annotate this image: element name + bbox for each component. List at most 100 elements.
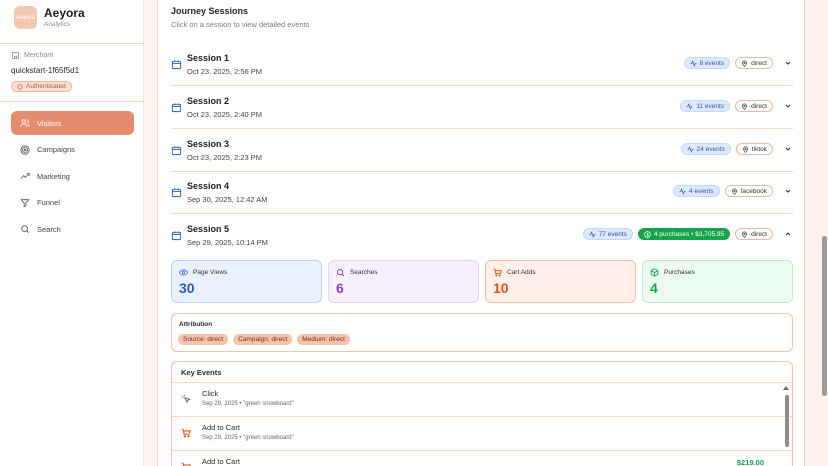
attribution-panel: Attribution Source: direct Campaign: dir… [171, 313, 793, 352]
attribution-chip-medium: Medium: direct [297, 334, 350, 345]
stat-purchases: Purchases 4 [642, 260, 793, 303]
activity-icon [679, 187, 686, 195]
sidebar-item-search[interactable]: Search [11, 217, 134, 241]
sidebar-item-label: Marketing [37, 171, 70, 181]
key-event-row[interactable]: Add to Cart Sep 29, 2025 • "green snowbo… [172, 417, 784, 450]
section-subtitle: Click on a session to view detailed even… [171, 20, 310, 29]
main-area: Journey Sessions Click on a session to v… [144, 0, 828, 466]
brand-subtitle: Analytics [44, 21, 71, 28]
session-row-expanded[interactable]: Session 5 Sep 29, 2025, 10:14 PM 77 even… [171, 214, 793, 257]
calendar-icon [171, 188, 182, 198]
sidebar-item-funnel[interactable]: Funnel [11, 191, 134, 215]
events-count-badge: 24 events [680, 143, 731, 155]
section-title: Journey Sessions [171, 6, 249, 16]
activity-icon [589, 230, 596, 238]
purchases-badge: 4 purchases • $3,705.95 [637, 228, 731, 240]
stat-cart-adds: Cart Adds 10 [485, 260, 636, 303]
sidebar-item-label: Funnel [37, 198, 60, 208]
events-count-text: 77 events [598, 230, 627, 238]
session-row[interactable]: Session 4 Sep 30, 2025, 12:42 AM 4 event… [171, 171, 793, 214]
funnel-icon [20, 199, 30, 208]
session-date: Sep 29, 2025, 10:14 PM [187, 238, 268, 247]
map-pin-icon [731, 188, 737, 195]
key-event-desc: Sep 29, 2025 • "green snowboard" [202, 435, 294, 441]
map-pin-icon [742, 103, 748, 110]
cart-icon [181, 462, 191, 466]
events-count-text: 24 events [696, 145, 725, 153]
events-count-text: 4 events [689, 187, 714, 195]
session-date: Oct 23, 2025, 2:23 PM [187, 153, 263, 162]
session-name: Session 3 [187, 139, 230, 149]
sidebar-item-label: Campaigns [37, 145, 75, 155]
purchases-text: 4 purchases • $3,705.95 [653, 230, 725, 238]
source-text: tiktok [751, 145, 767, 153]
sidebar-item-label: Visitors [37, 118, 62, 128]
auth-status-badge: Authenticated [11, 81, 72, 92]
key-event-amount: $219.00 [736, 458, 764, 466]
key-event-row[interactable]: Add to Cart $219.00 [172, 451, 784, 466]
key-events-scrollbar[interactable] [785, 395, 789, 447]
key-event-name: Add to Cart [202, 423, 240, 432]
eye-icon [179, 269, 188, 276]
source-badge: direct [735, 57, 773, 69]
events-count-text: 11 events [696, 102, 725, 110]
merchant-label-text: Merchant [24, 52, 54, 59]
activity-icon [686, 102, 693, 110]
chevron-down-icon[interactable] [783, 58, 793, 68]
source-badge: facebook [724, 185, 773, 197]
sidebar-item-label: Search [37, 224, 61, 234]
session-row[interactable]: Session 1 Oct 23, 2025, 2:56 PM 8 events… [171, 43, 793, 86]
sidebar-divider [0, 101, 144, 102]
session-row[interactable]: Session 3 Oct 23, 2025, 2:23 PM 24 event… [171, 129, 793, 172]
key-event-name: Add to Cart [202, 457, 240, 466]
stat-label: Purchases [664, 269, 695, 276]
sidebar-item-campaigns[interactable]: Campaigns [11, 138, 134, 162]
source-text: facebook [740, 187, 767, 195]
scroll-up-arrow[interactable] [783, 386, 789, 390]
search-icon [337, 269, 345, 277]
session-date: Oct 23, 2025, 2:40 PM [187, 110, 263, 119]
session-date: Sep 30, 2025, 12:42 AM [187, 195, 268, 204]
map-pin-icon [742, 60, 748, 67]
stat-value: 10 [493, 280, 509, 296]
chevron-down-icon[interactable] [783, 186, 793, 196]
source-badge: direct [735, 100, 773, 112]
merchant-label: Merchant [11, 51, 53, 60]
package-icon [650, 268, 659, 277]
dollar-icon [644, 230, 651, 238]
events-count-badge: 77 events [582, 228, 633, 240]
sidebar-item-marketing[interactable]: Marketing [11, 164, 134, 188]
attribution-chip-campaign: Campaign: direct [233, 334, 293, 345]
pointer-click-icon [181, 394, 191, 404]
stat-searches: Searches 6 [328, 260, 479, 303]
stat-page-views: Page Views 30 [171, 260, 322, 303]
source-badge: direct [735, 228, 773, 240]
calendar-icon [171, 231, 182, 241]
session-row[interactable]: Session 2 Oct 23, 2025, 2:40 PM 11 event… [171, 86, 793, 129]
sidebar-item-visitors[interactable]: Visitors [11, 111, 134, 135]
trending-up-icon [20, 173, 30, 179]
cart-icon [493, 268, 502, 277]
chevron-up-icon[interactable] [783, 229, 793, 239]
stat-label: Searches [350, 269, 378, 276]
events-count-badge: 4 events [673, 185, 720, 197]
session-date: Oct 23, 2025, 2:56 PM [187, 67, 263, 76]
events-count-badge: 8 events [683, 57, 731, 69]
attribution-chip-source: Source: direct [178, 334, 229, 345]
sidebar-divider [0, 43, 144, 44]
map-pin-icon [742, 146, 748, 153]
stat-value: 4 [650, 280, 658, 296]
activity-icon [687, 145, 694, 153]
brand[interactable]: Aeyora Aeyora Analytics [14, 6, 85, 29]
chevron-down-icon[interactable] [783, 144, 793, 154]
brand-logo: Aeyora [14, 6, 37, 29]
key-event-row[interactable]: Click Sep 29, 2025 • "green snowboard" [172, 383, 784, 416]
page-scrollbar[interactable] [822, 236, 827, 396]
chevron-down-icon[interactable] [783, 101, 793, 111]
sidebar-nav: Visitors Campaigns Marketing Funnel Sear… [11, 111, 134, 244]
key-events-title: Key Events [181, 368, 222, 377]
auth-status-text: Authenticated [26, 83, 66, 90]
session-name: Session 4 [187, 181, 230, 191]
events-count-badge: 11 events [680, 100, 731, 112]
source-text: direct [751, 59, 767, 67]
